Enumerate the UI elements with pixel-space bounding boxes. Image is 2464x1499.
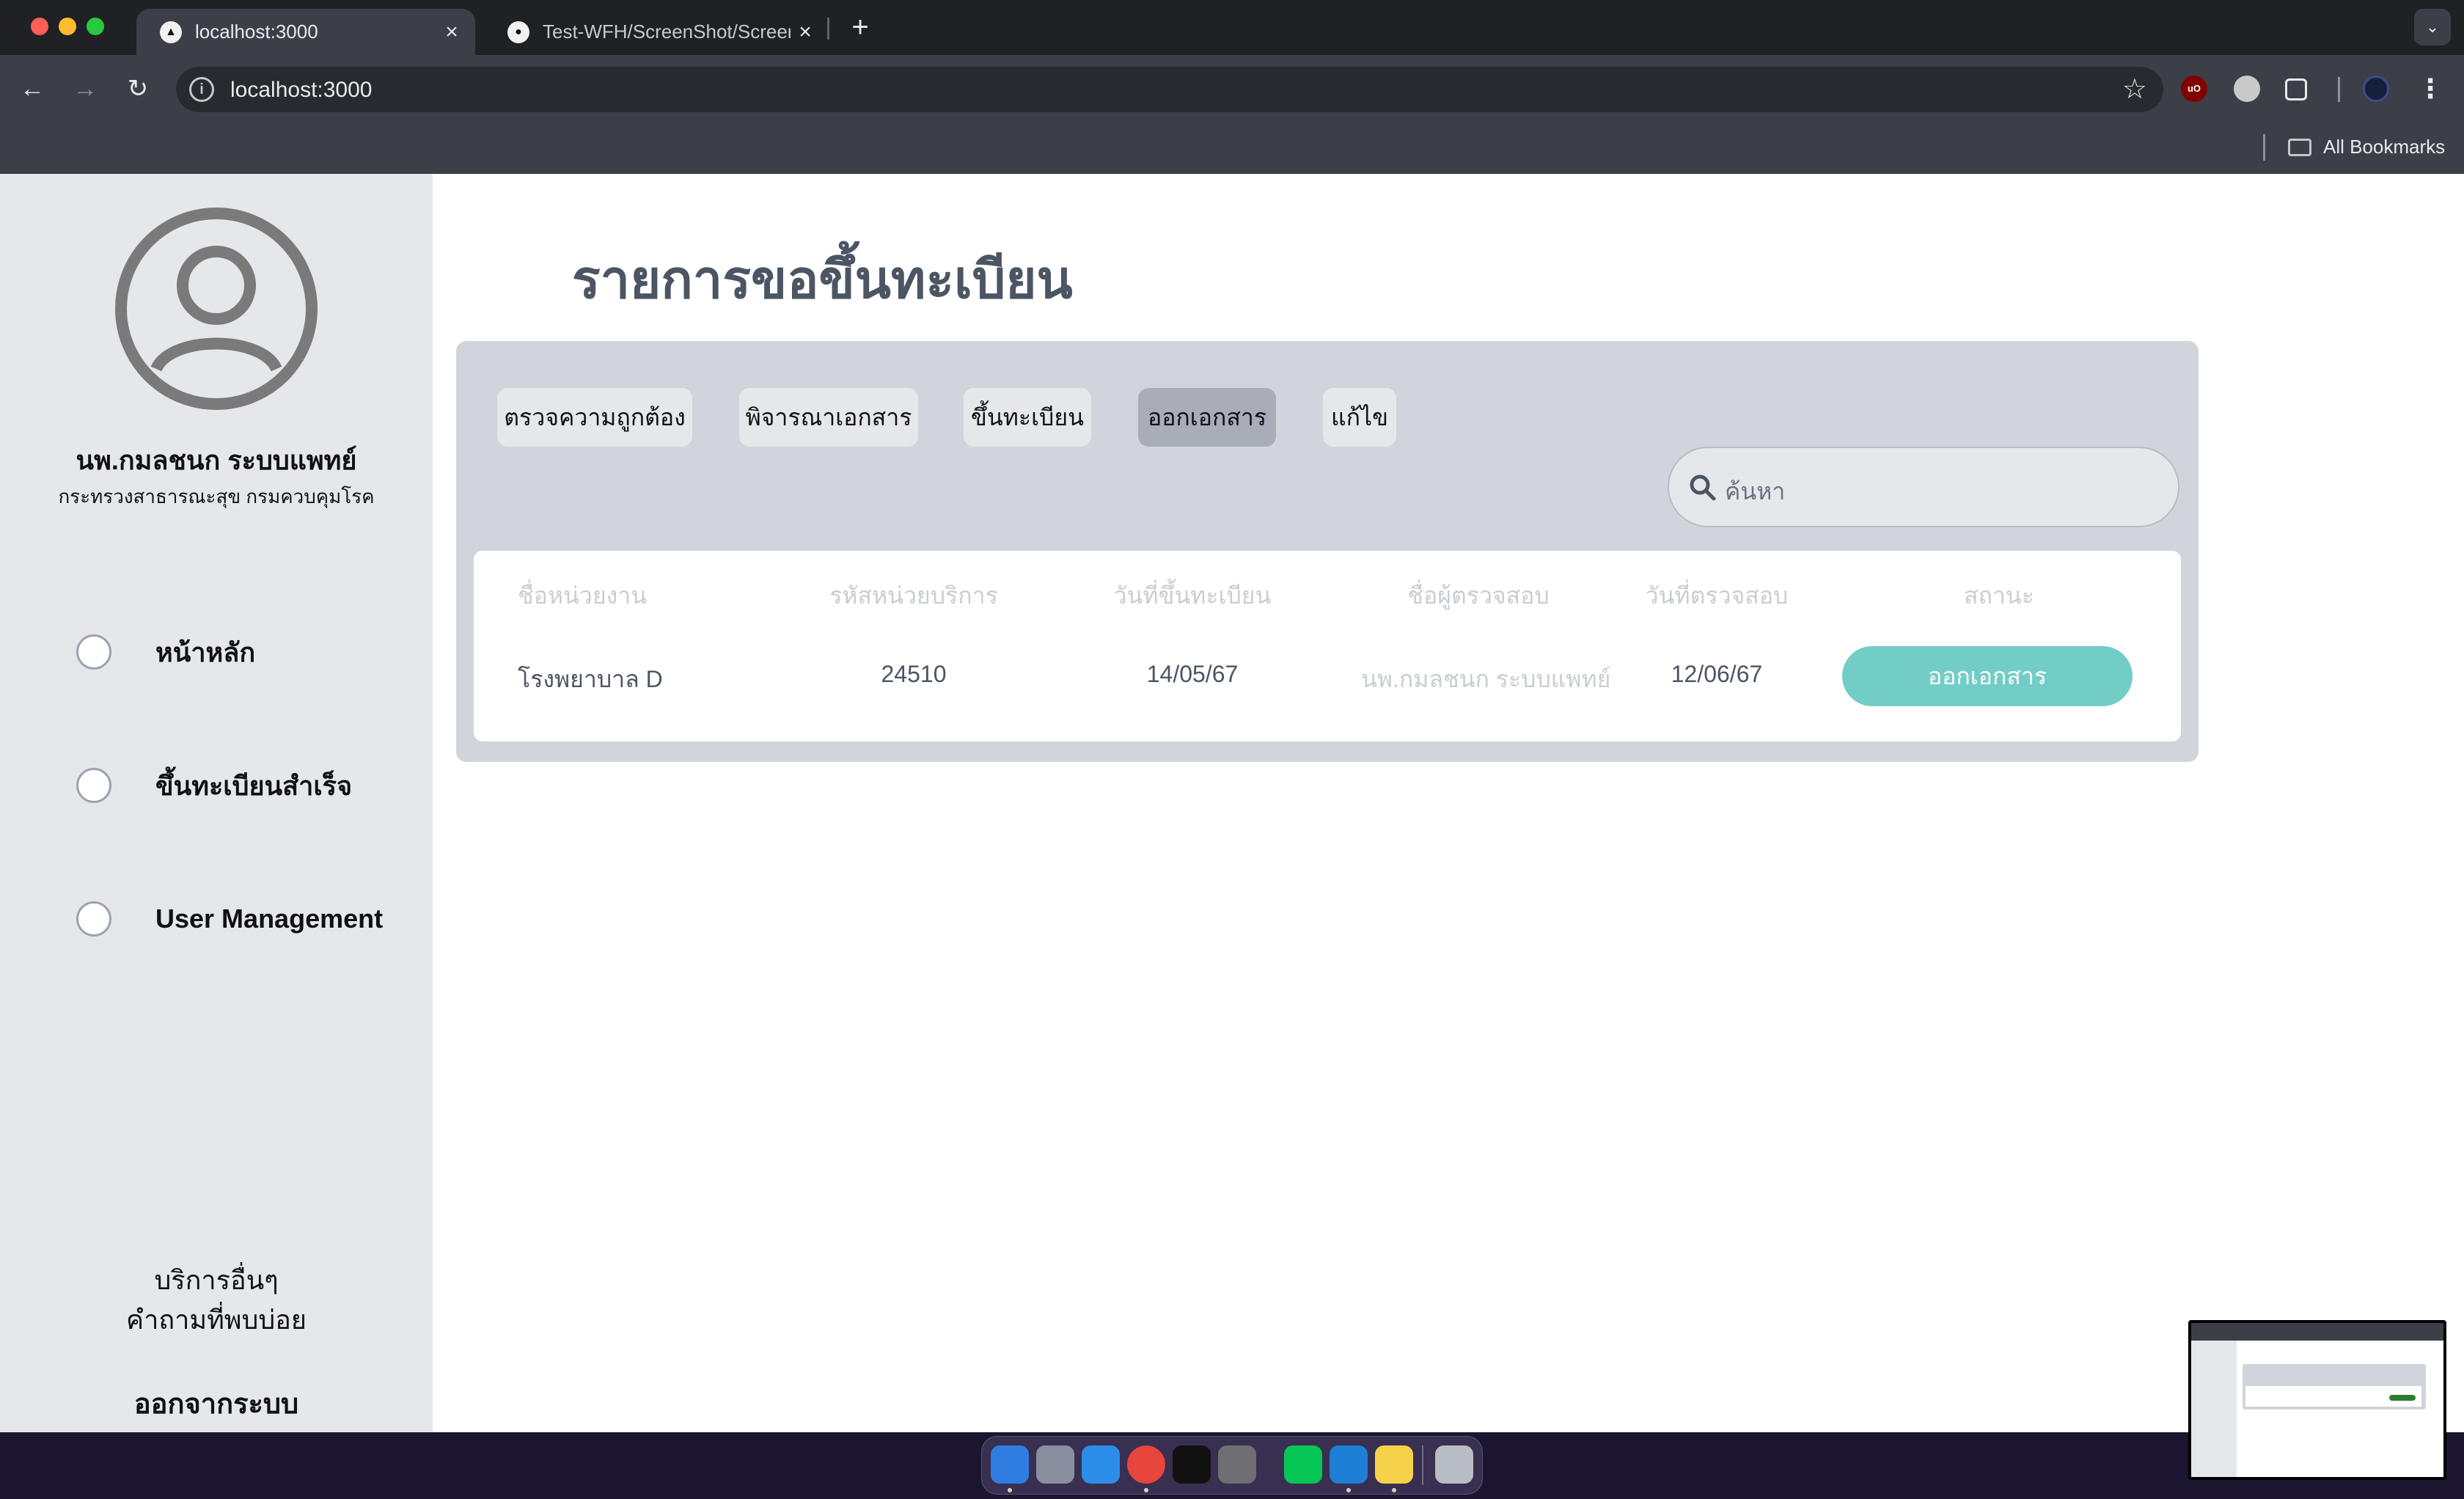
sidebar-radio-icon[interactable] <box>76 634 111 670</box>
running-indicator <box>1392 1488 1396 1492</box>
running-indicator <box>1144 1488 1148 1492</box>
terminal-icon[interactable] <box>1173 1445 1211 1484</box>
dock-divider <box>1422 1445 1423 1485</box>
column-header-inspector: ชื่อผู้ตรวจสอบ <box>1407 582 1550 609</box>
user-avatar-icon <box>115 208 318 410</box>
browser-toolbar: ← → ↻ i localhost:3000 ☆ uO ⋮ <box>0 55 2464 122</box>
safari-icon[interactable] <box>1082 1445 1120 1484</box>
launchpad-icon[interactable] <box>1036 1445 1074 1484</box>
extensions-puzzle-icon[interactable] <box>2285 78 2307 100</box>
app-viewport: นพ.กมลชนก ระบบแพทย์ กระทรวงสาธารณะสุข กร… <box>0 174 2464 1432</box>
browser-tab[interactable]: ● Test-WFH/ScreenShot/Screen × <box>484 9 829 55</box>
search-input[interactable]: ค้นหา <box>1668 447 2179 527</box>
running-indicator <box>1008 1488 1012 1492</box>
vscode-icon[interactable] <box>1330 1445 1368 1484</box>
column-header-registered-date: วันที่ขึ้นทะเบียน <box>1113 582 1272 609</box>
macos-dock <box>981 1436 1483 1495</box>
tab-search-button[interactable]: ⌄ <box>2414 9 2451 45</box>
reload-icon[interactable]: ↻ <box>119 70 157 108</box>
notes-icon[interactable] <box>1375 1445 1413 1484</box>
sidebar: นพ.กมลชนก ระบบแพทย์ กระทรวงสาธารณะสุข กร… <box>0 174 433 1432</box>
search-placeholder: ค้นหา <box>1725 478 1786 505</box>
sidebar-item-user-management[interactable]: User Management <box>76 897 383 941</box>
logout-button[interactable]: ออกจากระบบ <box>0 1381 433 1426</box>
back-arrow-icon[interactable]: ← <box>13 70 51 108</box>
thumb-browser-bar <box>2191 1323 2443 1341</box>
bookmarks-divider <box>2263 134 2265 161</box>
sidebar-radio-icon[interactable] <box>76 768 111 803</box>
profile-avatar-icon[interactable] <box>2363 76 2389 102</box>
nextjs-triangle-icon: ▲ <box>160 21 182 43</box>
browser-tab-active[interactable]: ▲ localhost:3000 × <box>136 9 475 55</box>
user-organization: กระทรวงสาธารณะสุข กรมควบคุมโรค <box>58 485 375 507</box>
ublock-extension-icon[interactable]: uO <box>2181 76 2207 102</box>
cell-inspector: นพ.กมลชนก ระบบแพทย์ <box>1361 666 1611 692</box>
address-bar[interactable]: i localhost:3000 ☆ <box>176 67 2163 112</box>
window-close-button[interactable] <box>31 18 48 35</box>
cell-registered-date: 14/05/67 <box>1146 661 1239 687</box>
bookmark-star-icon[interactable]: ☆ <box>2122 73 2147 106</box>
window-zoom-button[interactable] <box>87 18 104 35</box>
line-icon[interactable] <box>1284 1445 1322 1484</box>
all-bookmarks-button[interactable]: All Bookmarks <box>2323 136 2445 158</box>
address-url[interactable]: localhost:3000 <box>230 78 372 103</box>
site-info-icon[interactable]: i <box>189 77 214 102</box>
registration-table: ชื่อหน่วยงาน รหัสหน่วยบริการ วันที่ขึ้นท… <box>474 551 2181 741</box>
new-tab-button[interactable]: + <box>842 9 879 45</box>
faq-link[interactable]: คำถามที่พบบ่อย <box>0 1299 433 1341</box>
sidebar-item-label: ขึ้นทะเบียนสำเร็จ <box>155 770 353 801</box>
github-icon: ● <box>507 21 529 43</box>
finder-icon[interactable] <box>991 1445 1029 1484</box>
sidebar-item-label: หน้าหลัก <box>155 637 256 667</box>
filter-review-docs-button[interactable]: พิจารณาเอกสาร <box>739 388 918 447</box>
other-services-link[interactable]: บริการอื่นๆ <box>0 1259 433 1301</box>
sidebar-radio-icon[interactable] <box>76 901 111 937</box>
running-indicator <box>1346 1488 1351 1492</box>
tab-title: localhost:3000 <box>195 21 318 43</box>
forward-arrow-icon[interactable]: → <box>66 70 104 108</box>
sidebar-item-registered[interactable]: ขึ้นทะเบียนสำเร็จ <box>76 763 352 807</box>
cell-inspected-date: 12/06/67 <box>1671 661 1763 687</box>
chrome-icon[interactable] <box>1127 1445 1165 1484</box>
search-icon <box>1690 474 1716 501</box>
filter-edit-button[interactable]: แก้ไข <box>1323 388 1396 447</box>
cell-service-code: 24510 <box>881 661 947 687</box>
browser-tab-bar: ▲ localhost:3000 × ● Test-WFH/ScreenShot… <box>0 0 2464 55</box>
trash-icon[interactable] <box>1435 1445 1473 1484</box>
screenshot-preview-thumbnail[interactable] <box>2188 1320 2446 1480</box>
sidebar-item-label: User Management <box>155 904 384 934</box>
bookmarks-bar: All Bookmarks <box>0 122 2464 174</box>
close-icon[interactable]: × <box>437 20 466 45</box>
status-badge-button[interactable]: ออกเอกสาร <box>1842 646 2133 706</box>
window-minimize-button[interactable] <box>59 18 76 35</box>
filter-register-button[interactable]: ขึ้นทะเบียน <box>964 388 1091 447</box>
thumb-sidebar <box>2191 1341 2237 1477</box>
toolbar-divider <box>2338 77 2340 102</box>
browser-menu-icon[interactable]: ⋮ <box>2416 68 2445 109</box>
tab-divider <box>827 18 829 40</box>
cell-agency: โรงพยาบาล D <box>518 666 663 692</box>
page-title: รายการขอขึ้นทะเบียน <box>572 251 1073 309</box>
filter-issue-docs-button[interactable]: ออกเอกสาร <box>1138 388 1276 447</box>
folder-icon <box>2288 139 2311 156</box>
sidebar-item-home[interactable]: หน้าหลัก <box>76 630 255 674</box>
column-header-inspected-date: วันที่ตรวจสอบ <box>1645 582 1789 609</box>
column-header-agency: ชื่อหน่วยงาน <box>518 582 648 609</box>
user-name: นพ.กมลชนก ระบบแพทย์ <box>76 445 357 475</box>
thumb-status <box>2389 1395 2416 1401</box>
extension-mask-icon[interactable] <box>2234 76 2260 102</box>
tab-title: Test-WFH/ScreenShot/Screen <box>543 21 791 43</box>
close-icon[interactable]: × <box>791 20 820 45</box>
column-header-status: สถานะ <box>1964 582 2034 609</box>
system-settings-icon[interactable] <box>1218 1445 1256 1484</box>
filter-verify-button[interactable]: ตรวจความถูกต้อง <box>497 388 692 447</box>
column-header-service-code: รหัสหน่วยบริการ <box>829 582 998 609</box>
registration-panel: ตรวจความถูกต้อง พิจารณาเอกสาร ขึ้นทะเบีย… <box>456 341 2199 762</box>
